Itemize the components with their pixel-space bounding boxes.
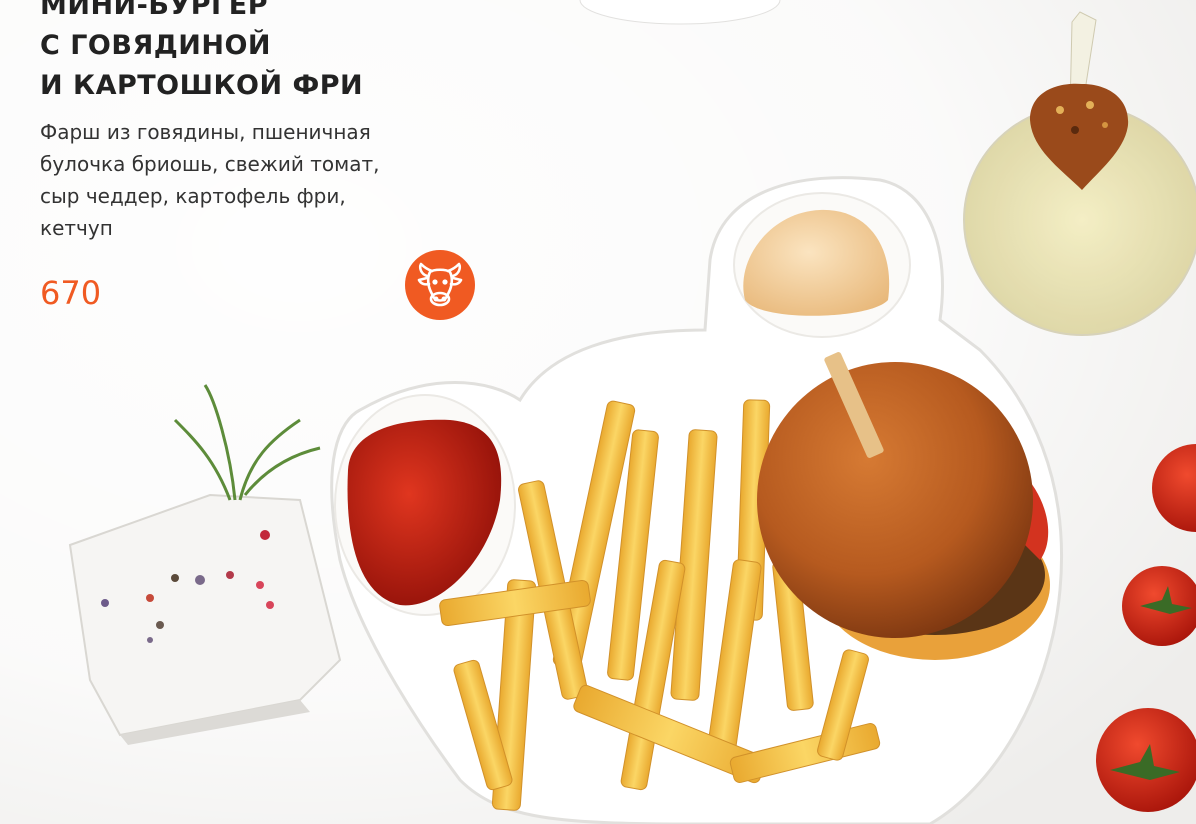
beef-badge — [405, 250, 475, 320]
product-price: 670 — [40, 274, 102, 312]
product-title: Мини-бургер с говядиной и картошкой фри — [40, 0, 363, 106]
product-description-line-1: Фарш из говядины, пшеничная — [40, 120, 371, 144]
product-title-line-2: с говядиной — [40, 30, 272, 61]
product-description-line-4: кетчуп — [40, 216, 113, 240]
product-description-line-2: булочка бриошь, свежий томат, — [40, 152, 380, 176]
product-description: Фарш из говядины, пшеничная булочка брио… — [40, 116, 440, 244]
product-description-line-3: сыр чеддер, картофель фри, — [40, 184, 346, 208]
product-title-line-1: Мини-бургер — [40, 0, 268, 21]
beef-icon — [417, 262, 463, 307]
product-title-line-3: и картошкой фри — [40, 70, 364, 101]
